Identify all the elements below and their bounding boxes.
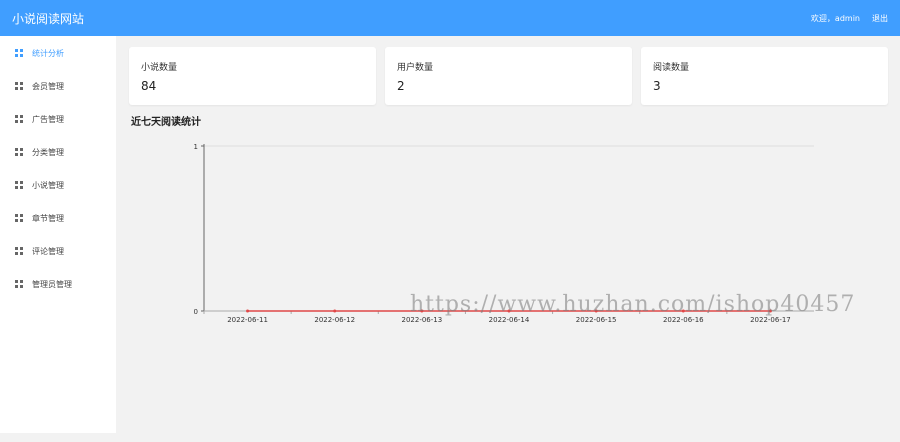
sidebar: 统计分析 会员管理 广告管理 分类管理 小说管理 章节管理 评论管理 管理员管理 (0, 36, 116, 433)
read-count-card: 阅读数量 3 (641, 47, 888, 105)
header-user-area: 欢迎，admin 退出 (811, 13, 888, 24)
x-tick-label: 2022-06-16 (663, 316, 704, 324)
data-point (333, 309, 337, 313)
data-point (594, 309, 598, 313)
sidebar-item-label: 章节管理 (32, 214, 64, 223)
site-title: 小说阅读网站 (12, 12, 85, 26)
read-count-label: 阅读数量 (653, 63, 690, 73)
sidebar-item-statistics[interactable]: 统计分析 (0, 43, 116, 63)
grid-icon (15, 49, 23, 57)
y-tick-label: 0 (194, 308, 198, 316)
read-count-value: 3 (653, 79, 661, 93)
novel-count-card: 小说数量 84 (129, 47, 376, 105)
sidebar-item-label: 会员管理 (32, 82, 64, 91)
sidebar-item-categories[interactable]: 分类管理 (0, 142, 116, 162)
grid-icon (15, 214, 23, 222)
sidebar-item-label: 小说管理 (32, 181, 64, 190)
x-tick-label: 2022-06-14 (489, 316, 530, 324)
sidebar-item-novels[interactable]: 小说管理 (0, 175, 116, 195)
novel-count-value: 84 (141, 79, 157, 93)
x-tick-label: 2022-06-17 (750, 316, 791, 324)
top-header: 小说阅读网站 欢迎，admin 退出 (0, 0, 900, 36)
x-tick-label: 2022-06-15 (576, 316, 617, 324)
user-count-value: 2 (397, 79, 405, 93)
sidebar-item-label: 统计分析 (32, 49, 64, 58)
logout-link[interactable]: 退出 (872, 13, 888, 24)
x-tick-label: 2022-06-11 (227, 316, 268, 324)
grid-icon (15, 181, 23, 189)
data-point (507, 309, 511, 313)
grid-icon (15, 115, 23, 123)
x-tick-label: 2022-06-13 (402, 316, 443, 324)
grid-icon (15, 148, 23, 156)
data-point (420, 309, 424, 313)
reading-line-chart: 0 1 2022-06-11 2022-06-12 2022-06-13 2022-06-… (194, 143, 814, 324)
sidebar-item-label: 管理员管理 (32, 280, 72, 289)
welcome-text: 欢迎，admin (810, 14, 860, 23)
grid-icon (15, 247, 23, 255)
sidebar-item-ads[interactable]: 广告管理 (0, 109, 116, 129)
grid-icon (15, 280, 23, 288)
data-point (681, 309, 685, 313)
sidebar-item-label: 评论管理 (32, 247, 64, 256)
sidebar-item-chapters[interactable]: 章节管理 (0, 208, 116, 228)
sidebar-item-members[interactable]: 会员管理 (0, 76, 116, 96)
sidebar-item-label: 广告管理 (32, 115, 64, 124)
chart-title: 近七天阅读统计 (131, 117, 201, 128)
sidebar-item-label: 分类管理 (32, 148, 64, 157)
novel-count-label: 小说数量 (141, 63, 178, 73)
page-bottom (0, 433, 900, 442)
user-count-card: 用户数量 2 (385, 47, 632, 105)
y-tick-label: 1 (194, 143, 198, 151)
grid-icon (15, 82, 23, 90)
user-count-label: 用户数量 (397, 63, 434, 73)
data-point (768, 309, 772, 313)
sidebar-item-comments[interactable]: 评论管理 (0, 241, 116, 261)
data-point (246, 309, 250, 313)
sidebar-item-admins[interactable]: 管理员管理 (0, 274, 116, 294)
x-tick-label: 2022-06-12 (314, 316, 355, 324)
